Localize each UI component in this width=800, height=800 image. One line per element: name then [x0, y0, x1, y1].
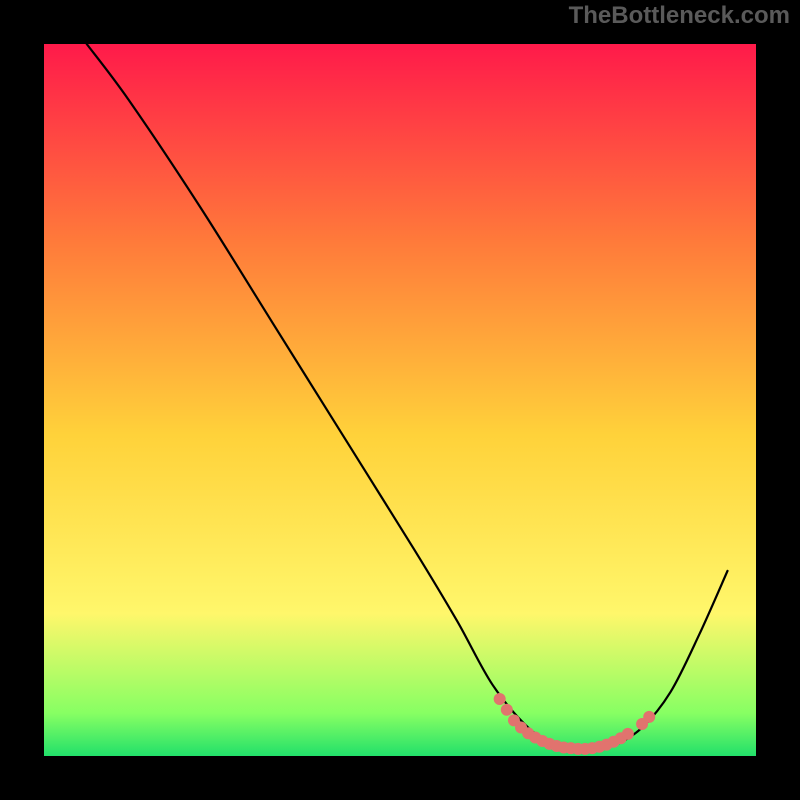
bottleneck-chart: [0, 0, 800, 800]
chart-container: TheBottleneck.com: [0, 0, 800, 800]
watermark-text: TheBottleneck.com: [569, 2, 790, 30]
